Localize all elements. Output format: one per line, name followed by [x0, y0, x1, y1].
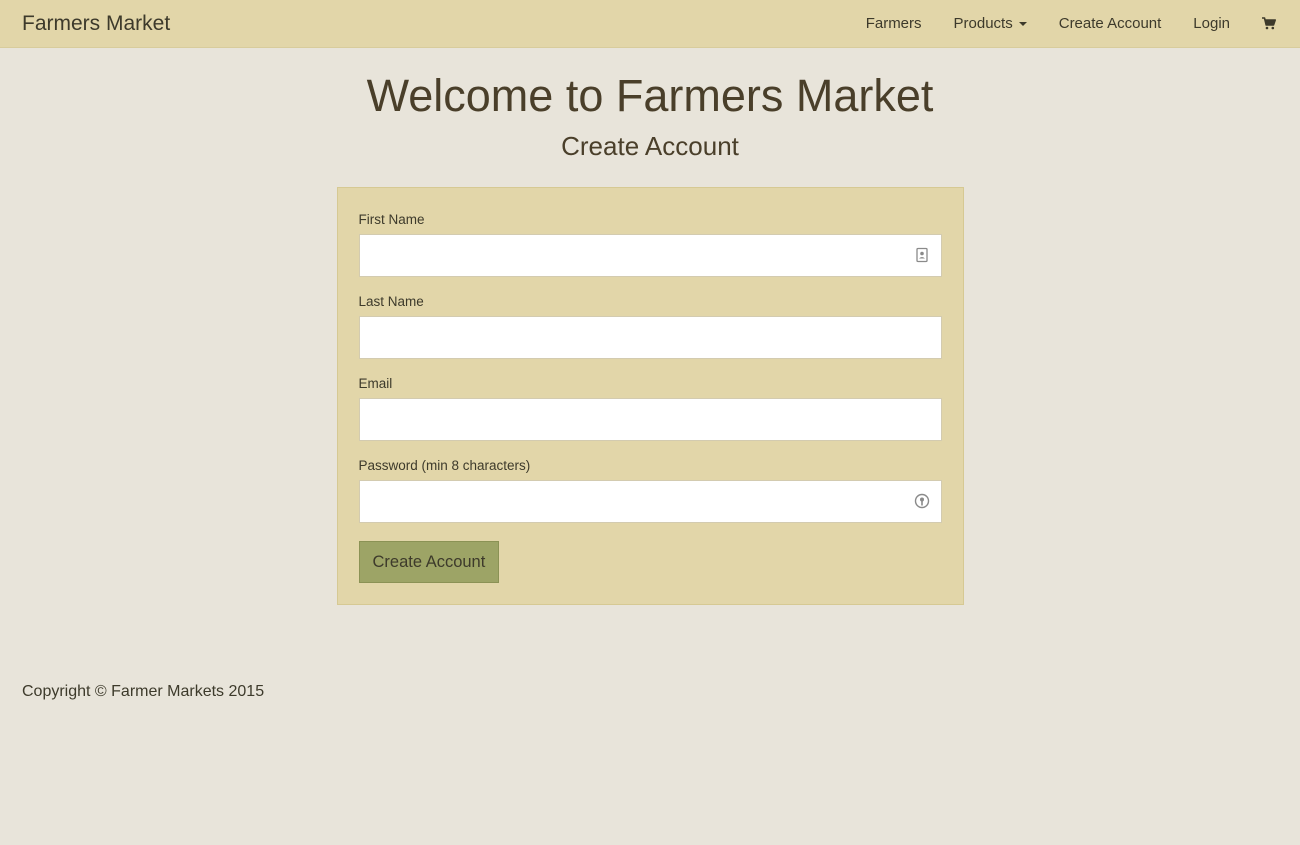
nav-login-label: Login [1193, 15, 1230, 32]
cart-link[interactable] [1246, 0, 1278, 47]
first-name-input[interactable] [358, 234, 942, 277]
password-input[interactable] [358, 480, 942, 523]
nav-farmers-link[interactable]: Farmers [850, 0, 938, 47]
nav-farmers-label: Farmers [865, 15, 922, 32]
nav-links: Farmers Products Create Account Login [850, 0, 1278, 47]
email-wrap [358, 398, 942, 441]
last-name-input[interactable] [358, 316, 942, 359]
brand-link[interactable]: Farmers Market [22, 12, 170, 36]
first-name-group: First Name [358, 212, 942, 277]
email-label: Email [358, 376, 393, 391]
first-name-label: First Name [358, 212, 425, 227]
last-name-label: Last Name [358, 294, 424, 309]
navbar: Farmers Market Farmers Products Create A… [0, 0, 1300, 48]
nav-products-label: Products [953, 15, 1013, 32]
password-label: Password (min 8 characters) [358, 458, 531, 473]
first-name-wrap [358, 234, 942, 277]
last-name-group: Last Name [358, 294, 942, 359]
contact-card-icon[interactable] [914, 247, 930, 263]
caret-down-icon [1018, 21, 1027, 26]
key-icon[interactable] [914, 493, 930, 509]
main-content: Welcome to Farmers Market Create Account… [0, 70, 1300, 605]
shopping-cart-icon [1262, 17, 1276, 30]
email-group: Email [358, 376, 942, 441]
page-title: Welcome to Farmers Market [366, 70, 934, 121]
nav-login-link[interactable]: Login [1177, 0, 1246, 47]
email-input[interactable] [358, 398, 942, 441]
create-account-button[interactable]: Create Account [358, 541, 500, 583]
password-group: Password (min 8 characters) [358, 458, 942, 523]
nav-create-account-label: Create Account [1058, 15, 1162, 32]
page-subtitle: Create Account [561, 131, 739, 161]
last-name-wrap [358, 316, 942, 359]
nav-products-dropdown[interactable]: Products [938, 0, 1043, 47]
create-account-form: First Name Last Name Email Password (min… [336, 187, 964, 605]
nav-create-account-link[interactable]: Create Account [1043, 0, 1178, 47]
footer-copyright: Copyright © Farmer Markets 2015 [22, 683, 265, 700]
password-wrap [358, 480, 942, 523]
